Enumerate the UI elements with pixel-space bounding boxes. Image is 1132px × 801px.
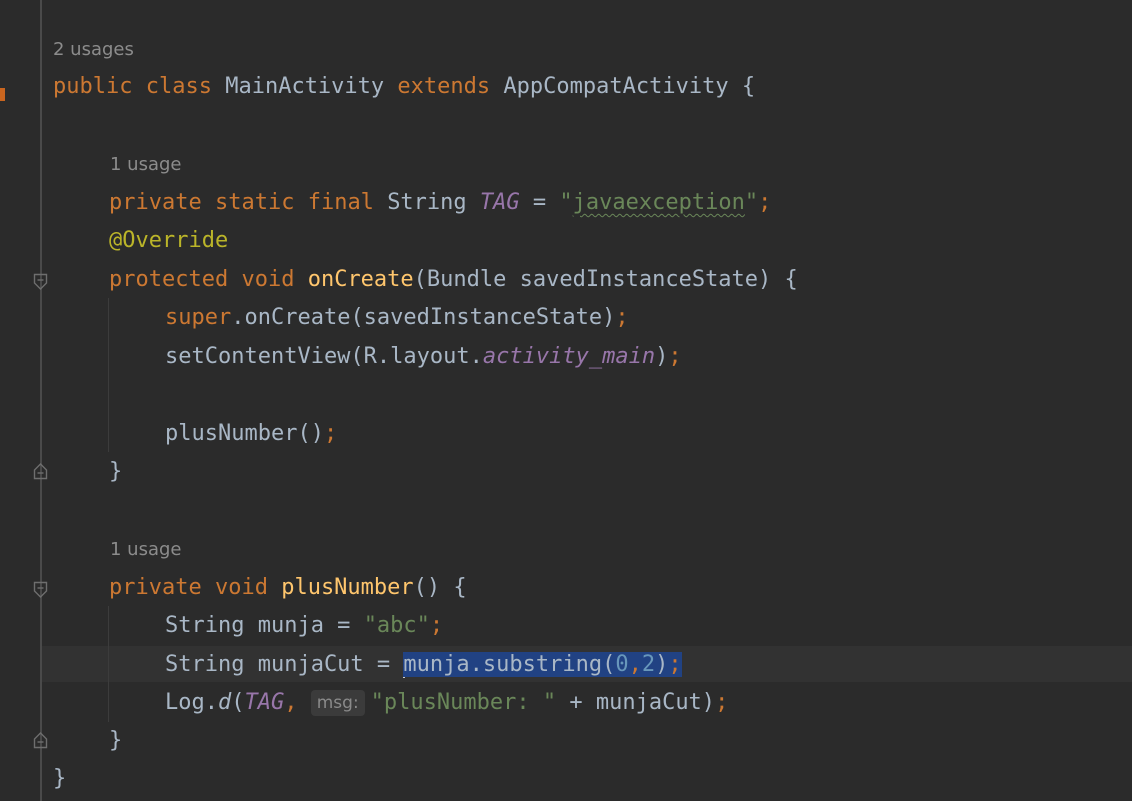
code-line-override[interactable]: @Override <box>109 222 228 260</box>
brace: } <box>109 728 123 753</box>
change-marker <box>0 88 5 101</box>
keyword: class <box>145 74 212 99</box>
indent-guide <box>108 298 109 452</box>
fold-open-icon[interactable] <box>33 273 48 291</box>
selected-text[interactable]: munja.substring(0,2); <box>403 652 682 677</box>
code-line-close-class[interactable]: } <box>53 760 66 798</box>
field-name: activity_main <box>482 344 656 369</box>
string-literal: javaexception <box>572 190 745 215</box>
code-line-close-brace[interactable]: } <box>109 453 122 491</box>
class-name: MainActivity <box>225 74 385 99</box>
usages-hint[interactable]: 1 usage <box>110 538 182 562</box>
semicolon: ; <box>758 190 772 215</box>
string-quote: " <box>744 190 759 215</box>
comma: , <box>284 690 311 715</box>
brace: { <box>741 74 756 99</box>
string-literal: "plusNumber: " <box>370 690 557 715</box>
field-name: TAG <box>244 690 285 715</box>
usages-hint[interactable]: 1 usage <box>110 153 182 177</box>
method-name: onCreate <box>307 267 414 292</box>
code-line-munjacut[interactable]: String munjaCut = munja.substring(0,2); <box>165 646 682 684</box>
expression: + munjaCut) <box>556 690 716 715</box>
keyword: public <box>53 74 133 99</box>
keyword: void <box>241 267 295 292</box>
declaration: String munja = <box>165 613 364 638</box>
semicolon: ; <box>668 344 682 369</box>
method-call: munja.substring( <box>403 652 616 677</box>
method-call: plusNumber() <box>165 421 324 446</box>
string-quote: " <box>559 190 573 215</box>
code-line-setcontentview[interactable]: setContentView(R.layout.activity_main); <box>165 338 682 376</box>
string-literal: "abc" <box>363 613 430 638</box>
code-line-log[interactable]: Log.d(TAG, msg: "plusNumber: " + munjaCut… <box>165 684 728 722</box>
parameter-hint: msg: <box>310 690 365 716</box>
declaration: String munjaCut = <box>165 652 404 677</box>
method-name: d <box>217 690 232 715</box>
paren: ) <box>655 652 669 677</box>
keyword: extends <box>397 74 491 99</box>
params: () { <box>413 575 467 600</box>
semicolon: ; <box>668 652 682 677</box>
fold-open-icon[interactable] <box>33 581 48 599</box>
code-line-super-call[interactable]: super.onCreate(savedInstanceState); <box>165 299 629 337</box>
code-line-plusnumber-decl[interactable]: private void plusNumber() { <box>109 569 467 607</box>
code-line-plusnumber-call[interactable]: plusNumber(); <box>165 415 337 453</box>
semicolon: ; <box>429 613 444 638</box>
keyword: private <box>109 190 202 215</box>
indent-guide <box>108 606 109 722</box>
comma: , <box>628 652 642 677</box>
number-literal: 0 <box>615 652 629 677</box>
paren: ) <box>655 344 669 369</box>
code-line-oncreate-decl[interactable]: protected void onCreate(Bundle savedInst… <box>109 261 798 299</box>
keyword: protected <box>109 267 229 292</box>
type-name: String <box>387 190 467 215</box>
brace: } <box>109 459 123 484</box>
fold-end-icon[interactable] <box>33 462 48 480</box>
keyword: private <box>109 575 202 600</box>
usages-hint[interactable]: 2 usages <box>53 38 134 62</box>
code-line-class-decl[interactable]: public class MainActivity extends AppCom… <box>53 68 755 106</box>
method-call: setContentView(R.layout. <box>165 344 483 369</box>
keyword: final <box>307 190 374 215</box>
code-line-close-brace[interactable]: } <box>109 722 122 760</box>
method-call: .onCreate(savedInstanceState) <box>231 305 616 330</box>
number-literal: 2 <box>641 652 656 677</box>
semicolon: ; <box>615 305 629 330</box>
brace: } <box>53 766 67 791</box>
keyword: static <box>214 190 295 215</box>
method-name: plusNumber <box>281 575 414 600</box>
keyword: void <box>214 575 268 600</box>
parent-class: AppCompatActivity <box>503 74 729 99</box>
paren: ( <box>231 690 245 715</box>
code-line-munja[interactable]: String munja = "abc"; <box>165 607 443 645</box>
operator: = <box>532 190 547 215</box>
field-name: TAG <box>479 190 520 215</box>
fold-end-icon[interactable] <box>33 731 48 749</box>
class-ref: Log. <box>165 690 218 715</box>
keyword: super <box>165 305 232 330</box>
semicolon: ; <box>323 421 338 446</box>
semicolon: ; <box>715 690 729 715</box>
annotation: @Override <box>109 228 229 253</box>
params: (Bundle savedInstanceState) { <box>413 267 798 292</box>
code-line-tag-field[interactable]: private static final String TAG = "javae… <box>109 184 771 222</box>
